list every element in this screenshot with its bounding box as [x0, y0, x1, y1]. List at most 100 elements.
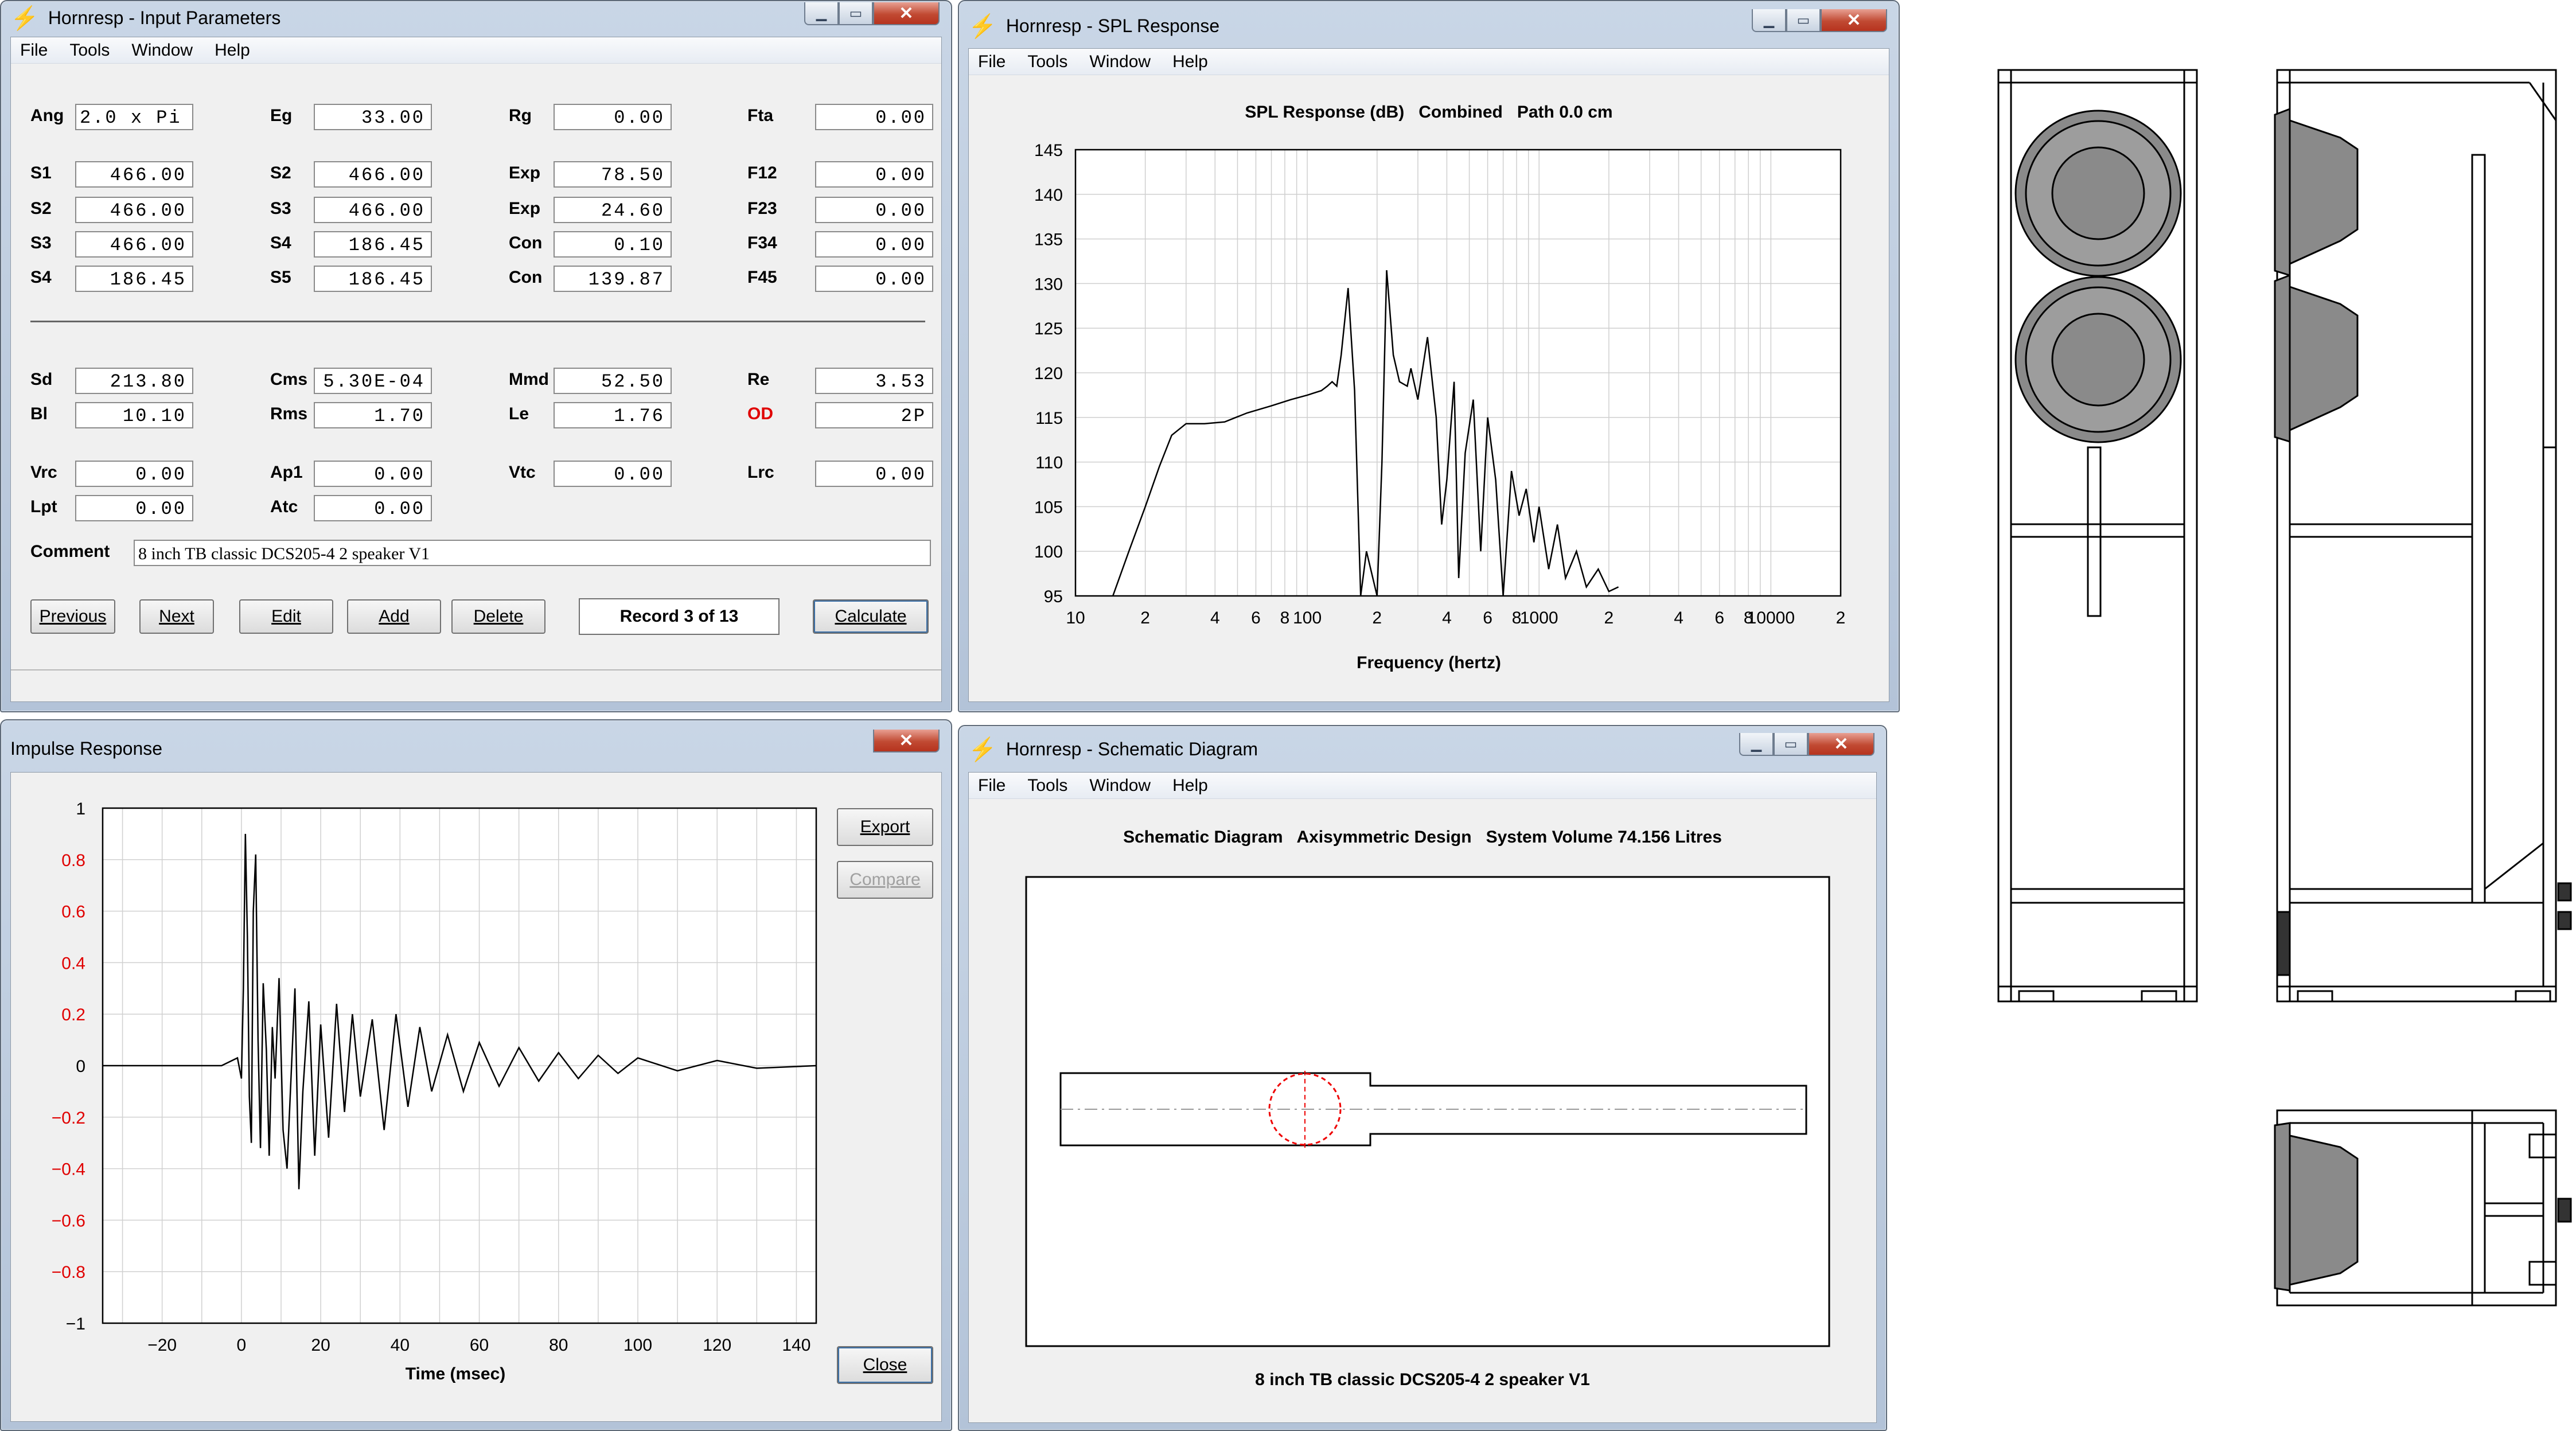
param-field-s5[interactable]: 186.45 [314, 266, 432, 292]
param-field-con[interactable]: 139.87 [554, 266, 672, 292]
param-label-fta: Fta [747, 106, 773, 125]
param-field-vrc[interactable]: 0.00 [75, 461, 193, 487]
param-label-exp: Exp [509, 199, 541, 218]
spl-x-tick-label: 10000 [1747, 609, 1795, 627]
side-view [2274, 69, 2572, 1003]
param-field-mmd[interactable]: 52.50 [554, 368, 672, 394]
window-title: Hornresp - Input Parameters [48, 7, 281, 28]
minimize-button[interactable]: ▁ [1752, 9, 1786, 32]
close-window-button[interactable]: ✕ [1808, 733, 1874, 756]
param-field-re[interactable]: 3.53 [815, 368, 933, 394]
edit-button[interactable]: Edit [239, 599, 333, 634]
param-field-sd[interactable]: 213.80 [75, 368, 193, 394]
window-title: Hornresp - Schematic Diagram [1006, 738, 1258, 759]
param-field-s1[interactable]: 466.00 [75, 161, 193, 188]
minimize-button[interactable]: ▁ [1739, 733, 1774, 756]
param-field-eg[interactable]: 33.00 [314, 104, 432, 130]
param-label-ang: Ang [30, 106, 64, 125]
export-button[interactable]: Export [837, 808, 933, 846]
close-window-button[interactable]: ✕ [1821, 9, 1887, 32]
impulse-close-button[interactable]: Close [837, 1346, 933, 1384]
param-field-cms[interactable]: 5.30E-04 [314, 368, 432, 394]
comment-field[interactable]: 8 inch TB classic DCS205-4 2 speaker V1 [134, 540, 931, 566]
previous-button[interactable]: Previous [30, 599, 115, 634]
param-field-exp[interactable]: 24.60 [554, 197, 672, 223]
input-parameters-window: ⚡ Hornresp - Input Parameters ▁ ▭ ✕ File … [0, 0, 952, 712]
param-label-mmd: Mmd [509, 370, 549, 389]
hornresp-icon: ⚡ [10, 5, 39, 31]
param-field-lrc[interactable]: 0.00 [815, 461, 933, 487]
param-field-f45[interactable]: 0.00 [815, 266, 933, 292]
param-label-atc: Atc [270, 497, 298, 516]
maximize-button[interactable]: ▭ [1786, 9, 1821, 32]
param-field-ap1[interactable]: 0.00 [314, 461, 432, 487]
param-field-rms[interactable]: 1.70 [314, 402, 432, 428]
param-field-fta[interactable]: 0.00 [815, 104, 933, 130]
impulse-x-tick-label: 0 [237, 1336, 247, 1355]
param-label-s4: S4 [270, 233, 291, 252]
close-window-button[interactable]: ✕ [873, 730, 940, 752]
param-label-f34: F34 [747, 233, 777, 252]
param-label-con: Con [509, 268, 543, 287]
spl-y-tick-label: 100 [1034, 543, 1063, 562]
param-field-le[interactable]: 1.76 [554, 402, 672, 428]
impulse-chart: −20 0 20 40 60 80 100 120 140 1 0.8 0.6 0.4 0.2 0 −0.2 −… [52, 800, 817, 1355]
impulse-x-tick-label: 40 [391, 1336, 410, 1355]
spl-response-window: ⚡ Hornresp - SPL Response ▁ ▭ ✕ File Tool… [958, 0, 1900, 712]
param-label-lrc: Lrc [747, 463, 774, 482]
next-button[interactable]: Next [139, 599, 214, 634]
calculate-button[interactable]: Calculate [813, 599, 929, 634]
param-label-s5: S5 [270, 268, 291, 287]
param-label-vtc: Vtc [509, 463, 536, 482]
param-field-f34[interactable]: 0.00 [815, 231, 933, 258]
driver-side-icon [2274, 107, 2359, 443]
param-field-od[interactable]: 2P [815, 402, 933, 428]
spl-x-tick-label: 4 [1442, 609, 1452, 627]
param-field-s3[interactable]: 466.00 [314, 197, 432, 223]
param-label-s2: S2 [270, 163, 291, 182]
param-field-s2[interactable]: 466.00 [314, 161, 432, 188]
title-bar[interactable]: Impulse Response [1, 720, 951, 767]
param-label-cms: Cms [270, 370, 308, 389]
spl-y-tick-label: 95 [1044, 587, 1063, 606]
maximize-button[interactable]: ▭ [839, 2, 873, 25]
param-label-od: OD [747, 404, 773, 423]
spl-y-tick-label: 110 [1035, 454, 1063, 473]
param-field-lpt[interactable]: 0.00 [75, 495, 193, 521]
comment-label: Comment [30, 542, 110, 561]
param-field-s2[interactable]: 466.00 [75, 197, 193, 223]
param-field-f23[interactable]: 0.00 [815, 197, 933, 223]
maximize-button[interactable]: ▭ [1774, 733, 1808, 756]
spl-y-tick-label: 105 [1034, 498, 1063, 517]
spl-y-tick-label: 125 [1034, 319, 1063, 338]
spl-y-tick-label: 145 [1034, 141, 1063, 160]
param-field-s4[interactable]: 186.45 [314, 231, 432, 258]
window-title: Hornresp - SPL Response [1006, 15, 1220, 36]
spl-y-tick-label: 120 [1034, 364, 1063, 383]
close-window-button[interactable]: ✕ [873, 2, 940, 25]
param-field-bl[interactable]: 10.10 [75, 402, 193, 428]
spl-x-axis-label: Frequency (hertz) [1357, 653, 1501, 672]
spl-y-tick-label: 130 [1034, 275, 1063, 294]
cabinet-drawings [1997, 69, 2572, 1307]
spl-x-tick-label: 8 [1280, 609, 1290, 627]
param-field-atc[interactable]: 0.00 [314, 495, 432, 521]
impulse-x-tick-label: −20 [147, 1336, 177, 1355]
param-label-s2: S2 [30, 199, 52, 218]
impulse-y-tick-label: −0.4 [52, 1160, 85, 1179]
impulse-y-tick-label: −1 [66, 1315, 85, 1333]
param-field-con[interactable]: 0.10 [554, 231, 672, 258]
minimize-button[interactable]: ▁ [804, 2, 839, 25]
front-view [1997, 69, 2198, 1003]
param-field-ang[interactable]: 2.0 x Pi [75, 104, 193, 130]
param-field-f12[interactable]: 0.00 [815, 161, 933, 188]
param-field-s3[interactable]: 466.00 [75, 231, 193, 258]
param-field-rg[interactable]: 0.00 [554, 104, 672, 130]
param-field-exp[interactable]: 78.50 [554, 161, 672, 188]
add-button[interactable]: Add [347, 599, 441, 634]
delete-button[interactable]: Delete [451, 599, 545, 634]
param-field-s4[interactable]: 186.45 [75, 266, 193, 292]
param-field-vtc[interactable]: 0.00 [554, 461, 672, 487]
param-label-s4: S4 [30, 268, 52, 287]
param-label-bl: Bl [30, 404, 48, 423]
